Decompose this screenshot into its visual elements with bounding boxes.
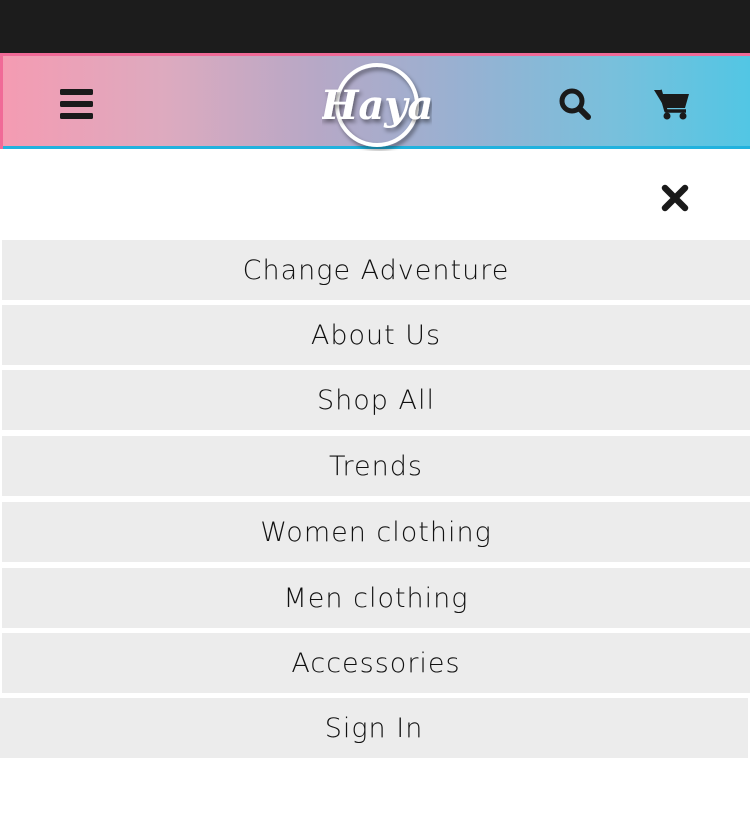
search-icon[interactable] [558,87,592,121]
nav-item-shop-all[interactable]: Shop All [2,370,750,430]
nav-item-trends[interactable]: Trends [2,436,750,496]
close-icon[interactable] [660,183,690,213]
shopping-cart-icon[interactable] [653,87,691,121]
nav-item-sign-in[interactable]: Sign In [0,698,748,758]
nav-item-change-adventure[interactable]: Change Adventure [2,240,750,300]
logo-text: Haya [322,82,432,129]
nav-item-label: Men clothing [283,582,469,614]
site-header: Haya [0,53,750,149]
nav-item-label: Sign In [324,712,424,744]
nav-item-label: About Us [310,319,442,351]
nav-item-label: Trends [329,450,423,482]
nav-item-label: Women clothing [260,516,492,548]
hamburger-menu-icon[interactable] [60,89,93,119]
nav-item-accessories[interactable]: Accessories [2,633,750,693]
nav-item-label: Change Adventure [242,254,510,286]
nav-item-label: Shop All [317,384,435,416]
top-bar [0,0,750,53]
nav-item-label: Accessories [291,647,461,679]
brand-logo[interactable]: Haya [320,59,433,151]
nav-item-men-clothing[interactable]: Men clothing [2,568,750,628]
nav-item-women-clothing[interactable]: Women clothing [2,502,750,562]
nav-item-about-us[interactable]: About Us [2,305,750,365]
